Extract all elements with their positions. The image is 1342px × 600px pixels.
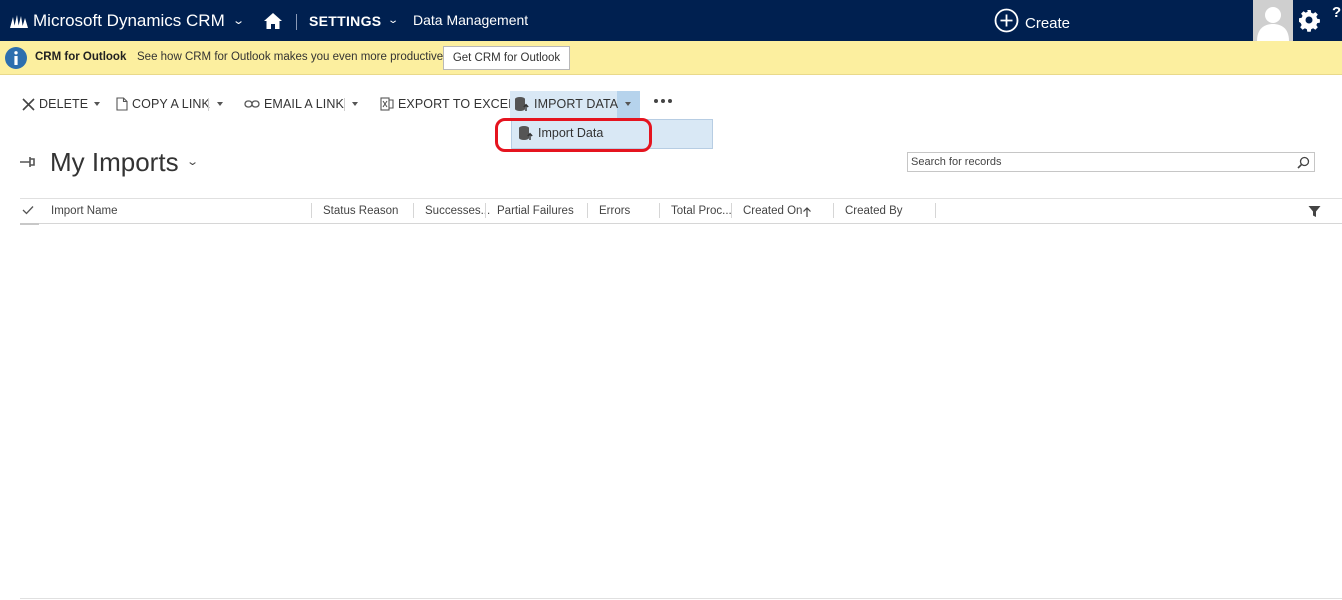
column-divider[interactable]	[935, 203, 936, 218]
copy-link-button[interactable]: COPY A LINK	[116, 92, 210, 116]
search-input[interactable]	[911, 154, 1291, 170]
column-header-created-by[interactable]: Created By	[845, 199, 903, 224]
column-header-errors[interactable]: Errors	[599, 199, 630, 224]
more-commands-ellipsis-icon[interactable]	[654, 99, 672, 103]
database-import-icon	[515, 97, 529, 111]
gear-icon[interactable]	[1297, 8, 1321, 32]
column-divider[interactable]	[311, 203, 312, 218]
get-crm-for-outlook-button[interactable]: Get CRM for Outlook	[443, 46, 570, 70]
create-label: Create	[1025, 14, 1071, 32]
database-import-icon	[519, 126, 533, 140]
settings-label: SETTINGS	[309, 12, 382, 29]
caret-down-icon	[94, 102, 101, 106]
brand-menu[interactable]: Microsoft Dynamics CRM ⌄	[10, 0, 245, 41]
notification-title: CRM for Outlook	[35, 51, 127, 63]
brand-name: Microsoft Dynamics CRM	[33, 10, 225, 30]
column-divider[interactable]	[833, 203, 834, 218]
link-icon	[244, 100, 260, 108]
import-data-dropdown-menu: Import Data	[511, 119, 713, 149]
sort-ascending-arrow-icon	[803, 207, 811, 217]
view-title[interactable]: My Imports	[50, 147, 179, 178]
pin-icon[interactable]	[19, 155, 37, 169]
info-icon	[5, 47, 27, 69]
chevron-down-icon: ⌄	[387, 15, 400, 26]
notification-message: See how CRM for Outlook makes you even m…	[137, 51, 447, 63]
close-icon	[22, 97, 35, 111]
grid-header-row: Import Name Status Reason Successes... P…	[20, 199, 1342, 225]
grid-bottom-border	[20, 598, 1342, 599]
select-all-checkmark-icon[interactable]	[22, 205, 34, 215]
create-button[interactable]: Create	[994, 0, 1070, 41]
column-header-partial-failures[interactable]: Partial Failures	[497, 199, 574, 224]
command-divider	[344, 98, 345, 111]
email-link-label: EMAIL A LINK	[264, 97, 344, 111]
delete-label: DELETE	[39, 97, 89, 111]
column-header-successes[interactable]: Successes...	[425, 199, 490, 224]
copy-link-dropdown[interactable]	[211, 92, 223, 116]
select-all-underline	[20, 223, 39, 225]
filter-icon[interactable]	[1308, 205, 1321, 218]
home-icon[interactable]	[263, 12, 283, 30]
import-data-label: IMPORT DATA	[534, 97, 619, 111]
chevron-down-icon: ⌄	[231, 15, 245, 27]
nav-divider	[296, 14, 297, 30]
export-to-excel-button[interactable]: EXPORT TO EXCEL	[380, 92, 515, 116]
column-header-total-processed[interactable]: Total Proc...	[671, 199, 732, 224]
import-data-button[interactable]: IMPORT DATA	[514, 92, 618, 116]
column-divider[interactable]	[659, 203, 660, 218]
settings-menu[interactable]: SETTINGS ⌄	[309, 0, 400, 41]
user-silhouette-icon	[1257, 7, 1289, 41]
document-icon	[116, 97, 128, 111]
caret-down-icon	[217, 102, 223, 106]
column-divider[interactable]	[485, 203, 486, 218]
command-divider	[208, 98, 209, 111]
column-divider[interactable]	[731, 203, 732, 218]
caret-down-icon	[625, 102, 631, 106]
import-data-caret[interactable]	[619, 92, 631, 116]
column-header-status-reason[interactable]: Status Reason	[323, 199, 398, 224]
import-data-menu-item[interactable]: Import Data	[518, 125, 603, 141]
column-divider[interactable]	[413, 203, 414, 218]
copy-link-label: COPY A LINK	[132, 97, 210, 111]
help-icon[interactable]: ?	[1332, 4, 1341, 21]
breadcrumb-data-management[interactable]: Data Management	[413, 0, 528, 41]
top-navigation-bar: Microsoft Dynamics CRM ⌄ SETTINGS ⌄ Data…	[0, 0, 1342, 41]
import-data-menu-label: Import Data	[538, 126, 604, 140]
dynamics-logo-icon	[10, 14, 28, 28]
search-records-box	[907, 152, 1315, 172]
email-link-dropdown[interactable]	[346, 92, 358, 116]
excel-icon	[380, 97, 394, 111]
delete-button[interactable]: DELETE	[22, 92, 101, 116]
notification-bar: CRM for Outlook See how CRM for Outlook …	[0, 41, 1342, 75]
column-header-created-on[interactable]: Created On	[743, 199, 802, 224]
column-header-import-name[interactable]: Import Name	[51, 199, 117, 224]
export-to-excel-label: EXPORT TO EXCEL	[398, 97, 516, 111]
view-selector-chevron-icon[interactable]: ⌄	[186, 155, 199, 168]
caret-down-icon	[352, 102, 358, 106]
email-link-button[interactable]: EMAIL A LINK	[244, 92, 344, 116]
user-avatar[interactable]	[1253, 0, 1293, 41]
search-icon[interactable]	[1297, 156, 1310, 169]
plus-circle-icon	[994, 8, 1019, 33]
column-divider[interactable]	[587, 203, 588, 218]
command-bar: DELETE COPY A LINK EMAIL A LINK EXPORT T…	[0, 88, 1342, 120]
